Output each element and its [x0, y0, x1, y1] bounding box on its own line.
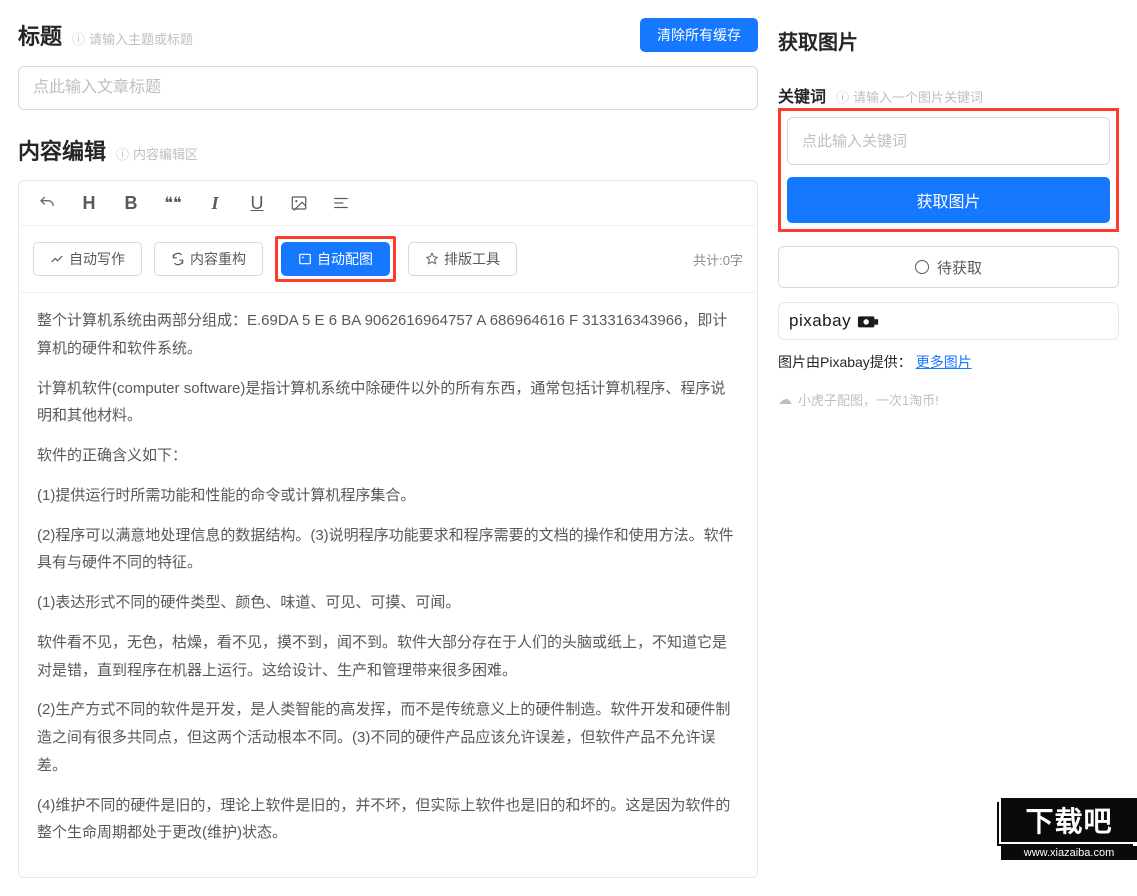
image-icon[interactable] [285, 189, 313, 217]
editor-content[interactable]: 整个计算机系统由两部分组成：E.69DA 5 E 6 BA 9062616964… [19, 293, 757, 877]
paragraph: 计算机软件(computer software)是指计算机系统中除硬件以外的所有… [37, 375, 739, 431]
paragraph: (2)生产方式不同的软件是开发，是人类智能的高发挥，而不是传统意义上的硬件制造。… [37, 696, 739, 779]
paragraph: (4)维护不同的硬件是旧的，理论上软件是旧的，并不坏，但实际上软件也是旧的和坏的… [37, 792, 739, 848]
paragraph: 软件看不见，无色，枯燥，看不见，摸不到，闻不到。软件大部分存在于人们的头脑或纸上… [37, 629, 739, 685]
footer-note: 小虎子配图，一次1淘币! [778, 390, 1119, 409]
pixabay-logo: pixabay [789, 311, 879, 331]
auto-write-button[interactable]: 自动写作 [33, 242, 142, 276]
paragraph: 软件的正确含义如下： [37, 442, 739, 470]
heading-icon[interactable]: H [75, 189, 103, 217]
keyword-highlight: 获取图片 [778, 108, 1119, 232]
watermark: 下载吧 www.xiazaiba.com [997, 798, 1137, 860]
undo-icon[interactable] [33, 189, 61, 217]
camera-icon [857, 313, 879, 329]
bold-icon[interactable]: B [117, 189, 145, 217]
article-title-input[interactable] [18, 66, 758, 110]
clear-cache-button[interactable]: 清除所有缓存 [640, 18, 758, 52]
underline-icon[interactable]: U [243, 189, 271, 217]
format-toolbar: H B ❝❝ I U [19, 181, 757, 226]
more-images-link[interactable]: 更多图片 [916, 354, 972, 370]
get-image-button[interactable]: 获取图片 [787, 177, 1110, 223]
editor-box: H B ❝❝ I U 自动写作 [18, 180, 758, 878]
pending-status-button[interactable]: 待获取 [778, 246, 1119, 288]
watermark-url: www.xiazaiba.com [1001, 846, 1137, 860]
paragraph: 整个计算机系统由两部分组成：E.69DA 5 E 6 BA 9062616964… [37, 307, 739, 363]
italic-icon[interactable]: I [201, 189, 229, 217]
title-section-header: 标题 请输入主题或标题 清除所有缓存 [18, 18, 758, 52]
align-icon[interactable] [327, 189, 355, 217]
image-panel-title: 获取图片 [778, 26, 1119, 55]
title-heading: 标题 [18, 19, 62, 51]
char-counter: 共计:0字 [693, 250, 743, 269]
title-hint: 请输入主题或标题 [72, 29, 193, 48]
pixabay-bar: pixabay [778, 302, 1119, 340]
paragraph: (2)程序可以满意地处理信息的数据结构。(3)说明程序功能要求和程序需要的文档的… [37, 522, 739, 578]
layout-tool-button[interactable]: 排版工具 [408, 242, 517, 276]
keyword-label: 关键词 [778, 83, 826, 107]
quote-icon[interactable]: ❝❝ [159, 189, 187, 217]
keyword-hint: 请输入一个图片关键词 [836, 87, 983, 106]
action-toolbar: 自动写作 内容重构 自动配图 排版工具 [19, 226, 757, 293]
paragraph: (1)提供运行时所需功能和性能的命令或计算机程序集合。 [37, 482, 739, 510]
circle-icon [915, 260, 929, 274]
content-hint: 内容编辑区 [116, 144, 198, 163]
paragraph: (1)表达形式不同的硬件类型、颜色、味道、可见、可摸、可闻。 [37, 589, 739, 617]
auto-image-highlight: 自动配图 [275, 236, 396, 282]
auto-image-button[interactable]: 自动配图 [281, 242, 390, 276]
content-heading: 内容编辑 [18, 134, 106, 166]
keyword-input[interactable] [787, 117, 1110, 165]
watermark-text: 下载吧 [1001, 798, 1137, 842]
credit-line: 图片由Pixabay提供： 更多图片 [778, 352, 1119, 372]
restructure-button[interactable]: 内容重构 [154, 242, 263, 276]
